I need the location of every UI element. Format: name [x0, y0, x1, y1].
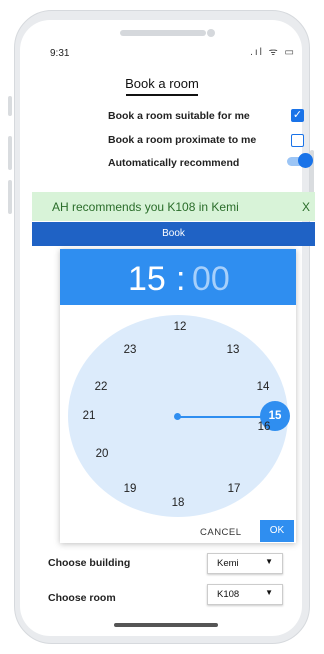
status-icons: .ıl ᯤ ▭: [250, 47, 296, 58]
checkbox-suitable[interactable]: ✓: [291, 109, 304, 122]
checkbox-proximate[interactable]: [291, 134, 304, 147]
hour-display[interactable]: 15: [128, 260, 166, 299]
choose-room-label: Choose room: [48, 592, 116, 604]
recommendation-close-button[interactable]: X: [302, 200, 310, 214]
clock-number-20[interactable]: 20: [92, 448, 112, 460]
home-indicator[interactable]: [114, 623, 218, 627]
option-label-suitable: Book a room suitable for me: [108, 110, 250, 122]
building-select-value: Kemi: [217, 558, 239, 569]
check-icon: ✓: [292, 109, 303, 121]
clock-number-13[interactable]: 13: [223, 344, 243, 356]
room-select[interactable]: K108 ▼: [207, 584, 283, 605]
clock-number-23[interactable]: 23: [120, 344, 140, 356]
clock-hand-center: [174, 413, 181, 420]
recommendation-text: AH recommends you K108 in Kemi: [52, 200, 239, 214]
speaker-notch: [120, 30, 206, 36]
volume-up-button: [8, 136, 12, 170]
volume-down-button: [8, 180, 12, 214]
status-time: 9:31: [50, 48, 70, 59]
clock-number-12[interactable]: 12: [170, 321, 190, 333]
clock-number-14[interactable]: 14: [253, 381, 273, 393]
cancel-button[interactable]: CANCEL: [200, 527, 242, 538]
clock-number-18[interactable]: 18: [168, 497, 188, 509]
option-label-proximate: Book a room proximate to me: [108, 134, 257, 146]
clock-number-17[interactable]: 17: [224, 483, 244, 495]
book-button[interactable]: Book: [32, 222, 315, 246]
camera-dot: [207, 29, 215, 37]
mute-switch: [8, 96, 12, 116]
page-title: Book a room: [125, 76, 199, 91]
title-underline: [126, 94, 198, 96]
building-select[interactable]: Kemi ▼: [207, 553, 283, 574]
room-select-value: K108: [217, 589, 240, 600]
ok-button[interactable]: OK: [260, 520, 294, 542]
clock-number-16[interactable]: 16: [254, 421, 274, 433]
toggle-knob: [298, 153, 313, 168]
minute-display[interactable]: 00: [192, 260, 230, 299]
clock-number-19[interactable]: 19: [120, 483, 140, 495]
option-label-auto-recommend: Automatically recommend: [108, 157, 240, 169]
choose-building-label: Choose building: [48, 557, 131, 569]
time-separator: :: [176, 260, 186, 298]
caret-down-icon: ▼: [265, 588, 273, 597]
clock-number-21[interactable]: 21: [79, 410, 99, 422]
caret-down-icon: ▼: [265, 557, 273, 566]
clock-number-22[interactable]: 22: [91, 381, 111, 393]
